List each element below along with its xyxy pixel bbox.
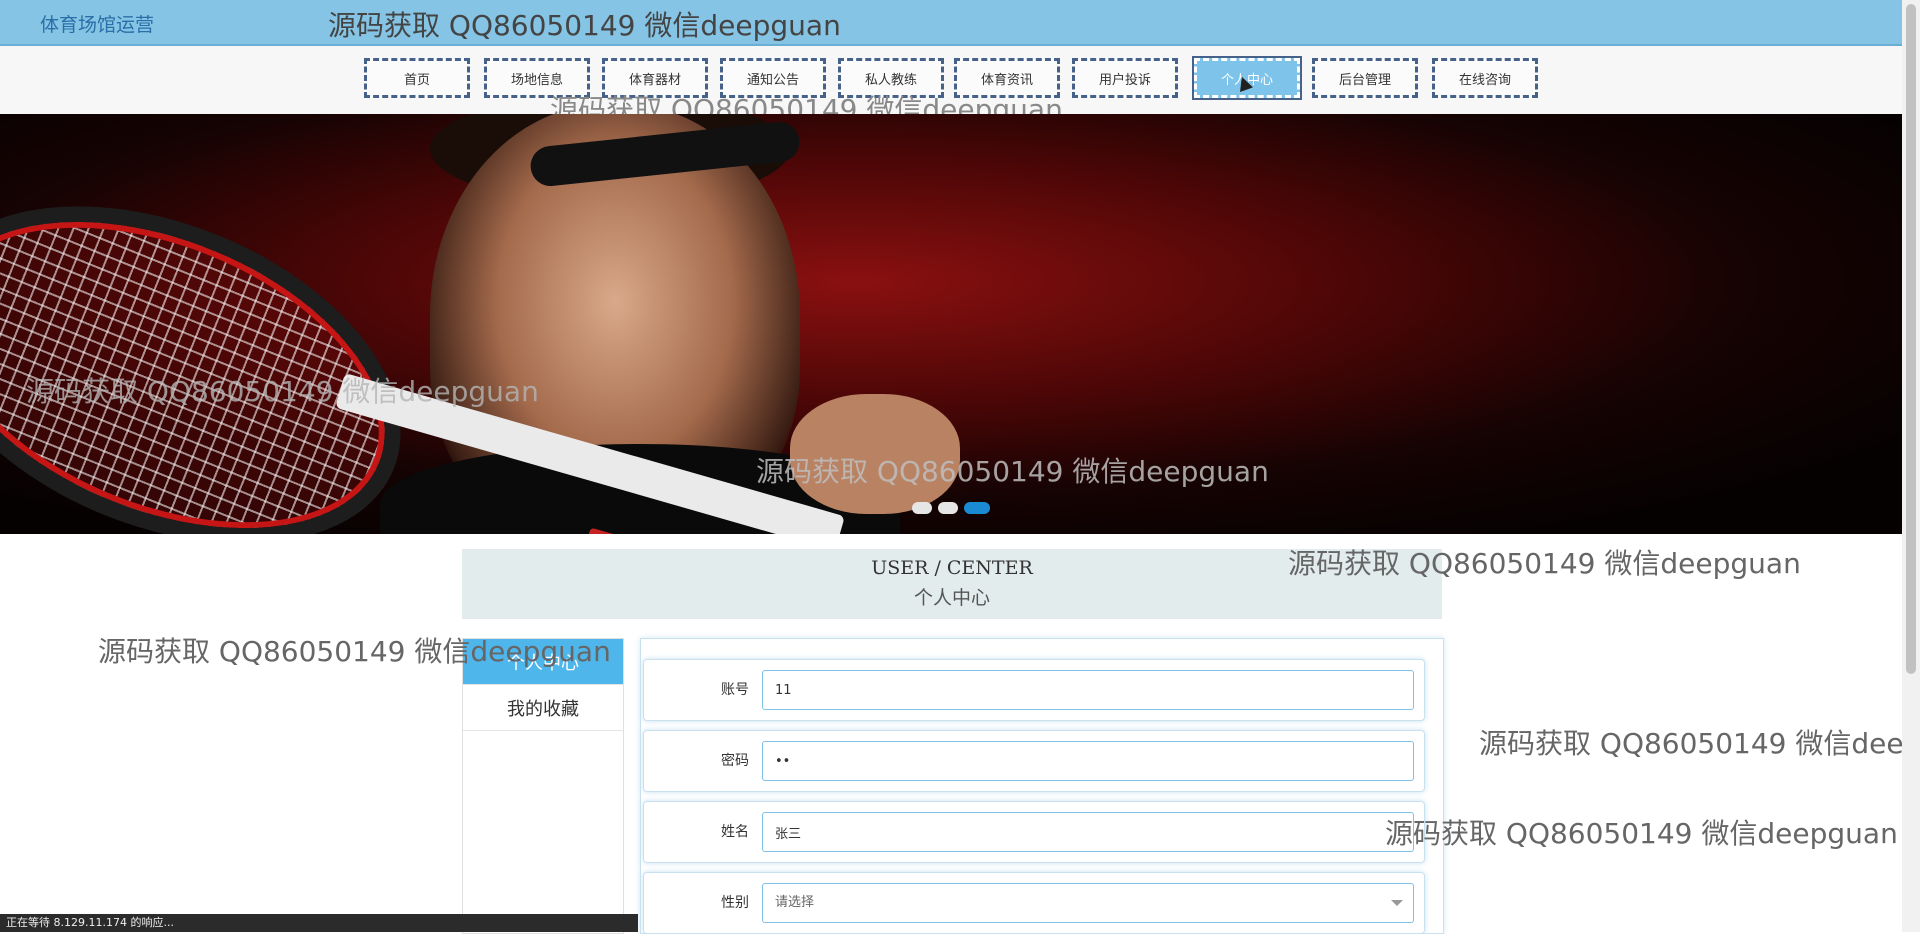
nav-home[interactable]: 首页 <box>364 58 470 98</box>
site-title[interactable]: 体育场馆运营 <box>40 10 154 37</box>
watermark-text: 源码获取 QQ86050149 微信deepguan <box>550 93 1063 114</box>
gender-select-placeholder: 请选择 <box>775 895 815 910</box>
form-row-password: 密码 <box>643 730 1425 792</box>
password-label: 密码 <box>721 753 749 769</box>
nav-complaint[interactable]: 用户投诉 <box>1072 58 1178 98</box>
watermark-text: 源码获取 QQ86050149 微信deepguan <box>26 375 539 408</box>
slider-dot-1[interactable] <box>912 502 932 514</box>
gender-label: 性别 <box>721 895 749 911</box>
hero-banner[interactable]: 源码获取 QQ86050149 微信deepguan 源码获取 QQ860501… <box>0 114 1902 534</box>
account-input[interactable] <box>762 670 1414 710</box>
watermark-text: 源码获取 QQ86050149 微信deepguan <box>98 635 611 668</box>
scrollbar-thumb[interactable] <box>1906 4 1916 674</box>
form-row-account: 账号 <box>643 659 1425 721</box>
name-label: 姓名 <box>721 824 749 840</box>
profile-form: 账号 密码 姓名 性别 请选择 <box>640 638 1444 934</box>
watermark-text: 源码获取 QQ86050149 微信deepguan <box>756 455 1269 488</box>
section-title-cn: 个人中心 <box>913 587 990 609</box>
name-input[interactable] <box>762 812 1414 852</box>
watermark-text: 源码获取 QQ86050149 微信deepguan <box>1385 817 1898 850</box>
nav-admin[interactable]: 后台管理 <box>1312 58 1418 98</box>
account-label: 账号 <box>721 682 749 698</box>
watermark-text: 源码获取 QQ86050149 微信deepguan <box>1479 727 1902 760</box>
gender-select[interactable]: 请选择 <box>762 883 1414 923</box>
form-row-gender: 性别 请选择 <box>643 872 1425 934</box>
browser-status-bar: 正在等待 8.129.11.174 的响应... <box>0 914 638 932</box>
slider-dots <box>912 502 990 514</box>
watermark-text: 源码获取 QQ86050149 微信deepguan <box>328 9 841 42</box>
side-item-favorites[interactable]: 我的收藏 <box>463 685 623 731</box>
watermark-text: 源码获取 QQ86050149 微信deepguan <box>1288 547 1801 580</box>
side-menu: 个人中心 我的收藏 <box>462 638 624 934</box>
banner-racket-graphic <box>0 140 451 534</box>
chevron-down-icon <box>1391 900 1403 906</box>
password-input[interactable] <box>762 741 1414 781</box>
page-scrollbar[interactable] <box>1902 0 1920 932</box>
slider-dot-3[interactable] <box>964 502 990 514</box>
nav-consult[interactable]: 在线咨询 <box>1432 58 1538 98</box>
top-bar: 体育场馆运营 源码获取 QQ86050149 微信deepguan <box>0 0 1902 46</box>
form-row-name: 姓名 <box>643 801 1425 863</box>
slider-dot-2[interactable] <box>938 502 958 514</box>
